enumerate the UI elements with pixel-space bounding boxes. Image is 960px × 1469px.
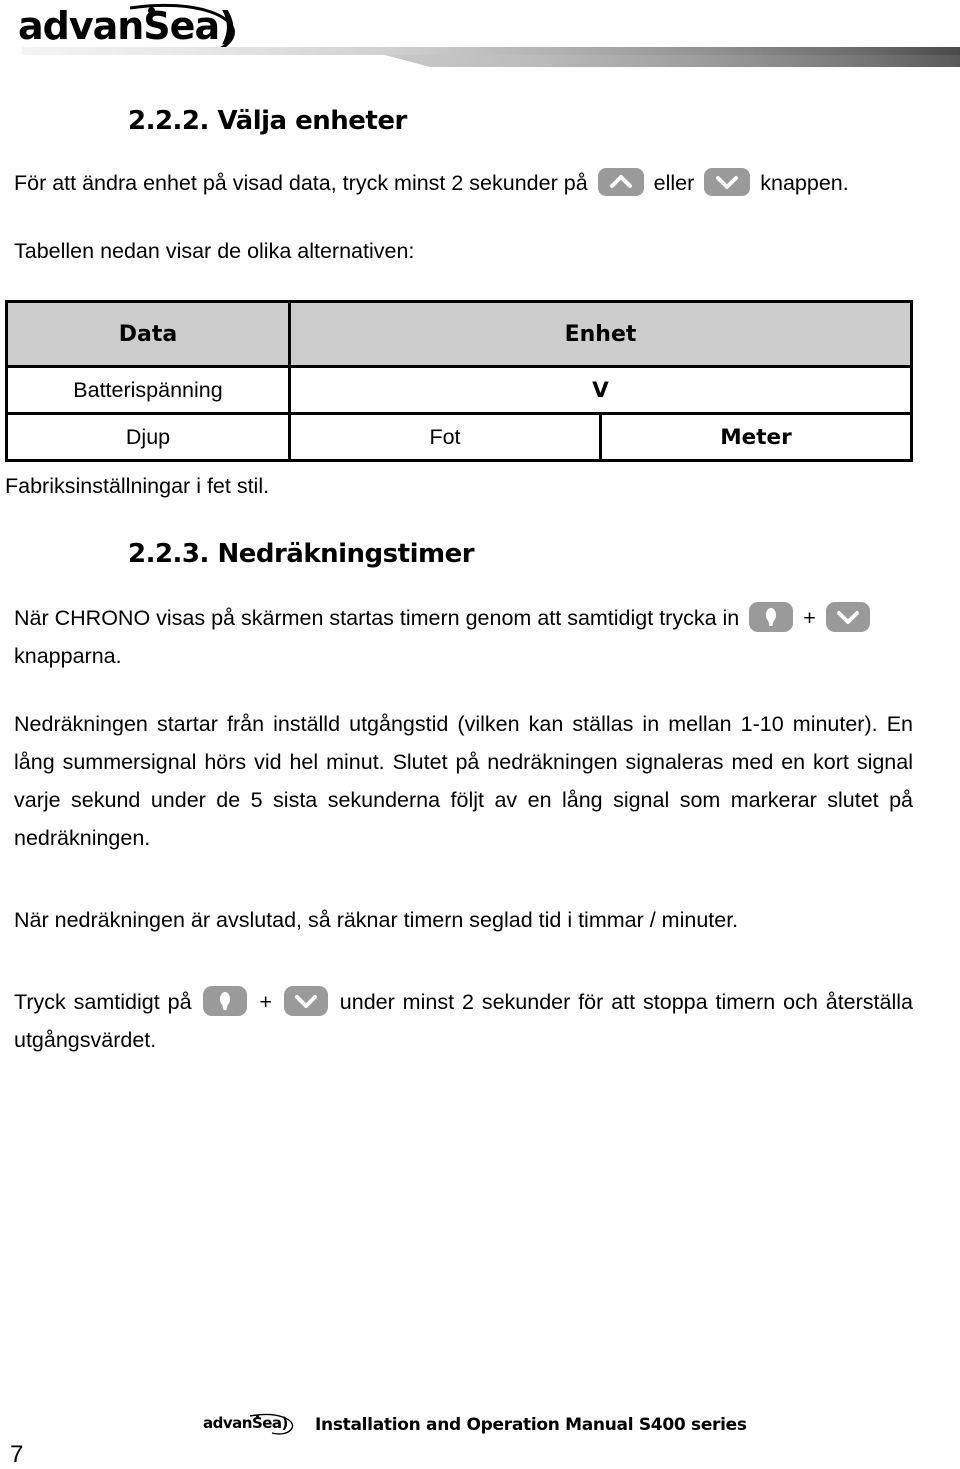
table-row: Batterispänning V: [5, 365, 913, 415]
table-footnote: Fabriksinställningar i fet stil.: [5, 474, 270, 498]
units-table-body: Batterispänning V Djup Fot Meter: [5, 365, 913, 462]
table-row: Djup Fot Meter: [5, 412, 913, 462]
table-cell-data-battery: Batterispänning: [5, 365, 291, 415]
paragraph-change-unit-text-a: För att ändra enhet på visad data, tryck…: [14, 171, 588, 195]
section-heading-222: 2.2.2. Välja enheter: [128, 106, 407, 136]
brand-logo-text: advanSea: [18, 4, 220, 48]
paragraph-stop-timer-text-b: +: [259, 990, 272, 1014]
header-banner-bar: [0, 44, 960, 72]
table-header-enhet: Enhet: [288, 300, 913, 368]
paragraph-stop-timer-text-a: Tryck samtidigt på: [14, 990, 192, 1014]
table-header-data: Data: [5, 300, 291, 368]
chevron-down-key-icon[interactable]: [704, 168, 751, 197]
page-footer: advanSea) Installation and Operation Man…: [0, 1405, 960, 1468]
paragraph-table-intro: Tabellen nedan visar de olika alternativ…: [14, 239, 415, 263]
footer-manual-title: Installation and Operation Manual S400 s…: [315, 1415, 747, 1435]
paragraph-chrono-start-text-a: När CHRONO visas på skärmen startas time…: [14, 606, 740, 630]
brand-logo-dot-icon: [148, 7, 155, 14]
footer-logo-arc-icon: [249, 1413, 294, 1435]
units-table-head: Data Enhet: [5, 300, 913, 368]
chevron-down-key-icon[interactable]: [825, 602, 870, 633]
paragraph-change-unit: För att ändra enhet på visad data, tryck…: [0, 136, 960, 202]
paragraph-change-unit-text-c: knappen.: [760, 171, 849, 195]
brand-logo: advanSea): [18, 4, 236, 48]
table-cell-unit-meter: Meter: [599, 412, 913, 462]
page-content: 2.2.2. Välja enheter För att ändra enhet…: [0, 80, 960, 1059]
paragraph-change-unit-text-b: eller: [653, 171, 695, 195]
table-cell-unit-feet: Fot: [288, 412, 602, 462]
light-bulb-key-icon[interactable]: [203, 986, 248, 1017]
units-table-wrapper: Data Enhet Batterispänning V Djup Fot Me…: [0, 270, 960, 462]
paragraph-chrono-start: När CHRONO visas på skärmen startas time…: [0, 569, 960, 675]
light-bulb-key-icon[interactable]: [749, 602, 794, 633]
paragraph-countdown-description: Nedräkningen startar från inställd utgån…: [14, 712, 913, 850]
table-cell-data-depth: Djup: [5, 412, 291, 462]
section-heading-223: 2.2.3. Nedräkningstimer: [128, 539, 475, 569]
chevron-down-key-icon[interactable]: [283, 986, 328, 1017]
page-number: 7: [10, 1441, 24, 1468]
chevron-up-key-icon[interactable]: [597, 168, 644, 197]
paragraph-chrono-start-text-b: +: [803, 606, 816, 630]
page-header: advanSea): [0, 0, 960, 80]
table-header-row: Data Enhet: [5, 300, 913, 368]
brand-logo-paren: ): [219, 4, 236, 48]
units-table: Data Enhet Batterispänning V Djup Fot Me…: [5, 300, 913, 462]
paragraph-stop-timer: Tryck samtidigt på + under minst 2 sekun…: [0, 939, 960, 1059]
paragraph-after-countdown: När nedräkningen är avslutad, så räknar …: [14, 908, 739, 932]
table-cell-unit-volt: V: [288, 365, 913, 415]
paragraph-chrono-start-text-c: knapparna.: [14, 644, 122, 668]
